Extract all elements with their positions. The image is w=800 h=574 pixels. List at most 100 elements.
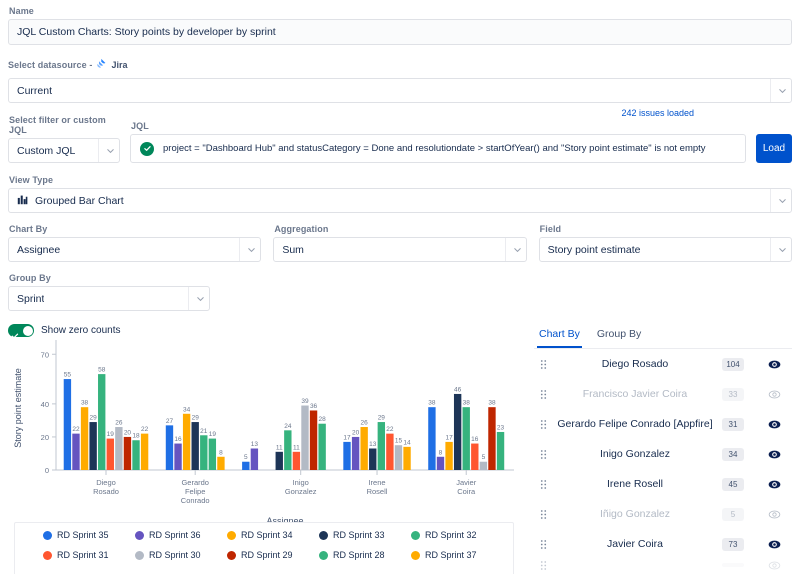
chart-bar [242, 461, 250, 470]
chart-bar [250, 448, 259, 470]
drag-handle-icon[interactable] [538, 359, 548, 370]
drag-handle-icon[interactable] [538, 560, 548, 571]
legend-color-swatch [411, 530, 420, 540]
panel-row-count: 31 [722, 417, 744, 431]
legend-item[interactable]: RD Sprint 33 [319, 530, 411, 540]
groupby-select[interactable]: Sprint [8, 286, 210, 311]
drag-handle-icon[interactable] [538, 389, 548, 400]
eye-hidden-icon[interactable] [766, 559, 782, 571]
y-tick-label: 0 [45, 466, 49, 475]
aggregation-select[interactable]: Sum [273, 237, 527, 262]
tab-chart-by[interactable]: Chart By [537, 328, 582, 348]
field-value: Story point estimate [547, 243, 641, 256]
chartby-label: Chart By [9, 224, 48, 234]
chartby-select[interactable]: Assignee [8, 237, 262, 262]
legend-item[interactable]: RD Sprint 30 [135, 550, 227, 560]
chevron-down-icon[interactable] [769, 238, 787, 261]
panel-row[interactable]: Javier Coira 73 [534, 529, 792, 559]
drag-handle-icon[interactable] [538, 539, 548, 550]
bar-chart-icon [17, 194, 28, 208]
chart-bar [301, 405, 309, 470]
name-label: Name [9, 6, 34, 16]
eye-visible-icon[interactable] [766, 478, 782, 491]
jql-valid-check-icon [140, 141, 154, 156]
panel-row[interactable] [534, 559, 792, 571]
chart-bar [174, 443, 182, 470]
drag-handle-icon[interactable] [538, 509, 548, 520]
eye-visible-icon[interactable] [766, 418, 782, 431]
panel-row[interactable]: Gerardo Felipe Conrado [Appfire] 31 [534, 409, 792, 439]
chart-bar [453, 393, 462, 470]
tab-group-by[interactable]: Group By [595, 328, 643, 348]
y-axis-title: Story point estimate [13, 368, 23, 448]
x-tick-label: Coira [457, 487, 476, 496]
chart-bar [436, 456, 445, 470]
drag-handle-icon[interactable] [538, 449, 548, 460]
eye-hidden-icon[interactable] [766, 508, 782, 521]
chevron-down-icon[interactable] [188, 287, 205, 310]
panel-row[interactable]: Irene Rosell 45 [534, 469, 792, 499]
chart-bar [98, 374, 106, 470]
chart-bar [496, 431, 505, 470]
legend-item[interactable]: RD Sprint 29 [227, 550, 319, 560]
chart-bar [445, 441, 453, 470]
eye-visible-icon[interactable] [766, 358, 782, 371]
legend-item[interactable]: RD Sprint 32 [411, 530, 503, 540]
filter-select[interactable]: Custom JQL [8, 138, 120, 163]
panel-row-name: Iñigo Gonzalez [599, 508, 671, 520]
bar-value-label: 46 [454, 386, 462, 393]
legend-item[interactable]: RD Sprint 35 [43, 530, 135, 540]
legend-color-swatch [135, 530, 144, 540]
bar-value-label: 34 [183, 406, 191, 413]
bar-value-label: 36 [310, 403, 318, 410]
name-input[interactable]: JQL Custom Charts: Story points by devel… [8, 19, 792, 45]
drag-handle-icon[interactable] [538, 419, 548, 430]
chevron-down-icon[interactable] [98, 139, 115, 162]
field-label: Field [539, 224, 562, 234]
chart-bar [208, 438, 217, 470]
jql-field-group: JQL 242 issues loaded project = "Dashboa… [130, 108, 746, 163]
legend-item[interactable]: RD Sprint 34 [227, 530, 319, 540]
panel-row[interactable]: Inigo Gonzalez 34 [534, 439, 792, 469]
x-tick-label: Rosado [93, 487, 119, 496]
panel-row-name: Francisco Javier Coira [582, 388, 688, 400]
legend-item[interactable]: RD Sprint 31 [43, 550, 135, 560]
datasource-select[interactable]: Current [8, 78, 792, 103]
bar-value-label: 20 [352, 429, 360, 436]
panel-row-count: 33 [722, 387, 744, 401]
x-tick-label: Diego [96, 478, 116, 487]
legend-label: RD Sprint 32 [425, 530, 477, 540]
eye-visible-icon[interactable] [766, 448, 782, 461]
eye-visible-icon[interactable] [766, 538, 782, 551]
legend-item[interactable]: RD Sprint 28 [319, 550, 411, 560]
chevron-down-icon[interactable] [504, 238, 522, 261]
chevron-down-icon[interactable] [770, 189, 787, 212]
chart-bar [182, 413, 191, 470]
bar-value-label: 8 [219, 449, 223, 456]
chevron-down-icon[interactable] [770, 79, 787, 102]
chart-bar [80, 407, 89, 470]
field-select[interactable]: Story point estimate [538, 237, 792, 262]
panel-row[interactable]: Iñigo Gonzalez 5 [534, 499, 792, 529]
panel-row[interactable]: Francisco Javier Coira 33 [534, 379, 792, 409]
jql-label: JQL [131, 121, 149, 131]
panel-row[interactable]: Diego Rosado 104 [534, 349, 792, 379]
legend-color-swatch [43, 550, 52, 560]
legend-label: RD Sprint 31 [57, 550, 109, 560]
chart-bar [471, 443, 479, 470]
drag-handle-icon[interactable] [538, 479, 548, 490]
legend-color-swatch [43, 530, 52, 540]
legend-label: RD Sprint 29 [241, 550, 293, 560]
jql-input[interactable]: project = "Dashboard Hub" and statusCate… [130, 134, 746, 163]
bar-value-label: 5 [244, 454, 248, 461]
bar-value-label: 58 [98, 367, 106, 374]
viewtype-select[interactable]: Grouped Bar Chart [8, 188, 792, 213]
load-button[interactable]: Load [756, 134, 792, 163]
filter-label: Select filter or custom JQL [9, 115, 106, 135]
eye-hidden-icon[interactable] [766, 388, 782, 401]
legend-item[interactable]: RD Sprint 37 [411, 550, 503, 560]
datasource-label: Select datasource - [8, 60, 93, 70]
bar-value-label: 16 [174, 436, 182, 443]
chevron-down-icon[interactable] [239, 238, 256, 261]
legend-item[interactable]: RD Sprint 36 [135, 530, 227, 540]
